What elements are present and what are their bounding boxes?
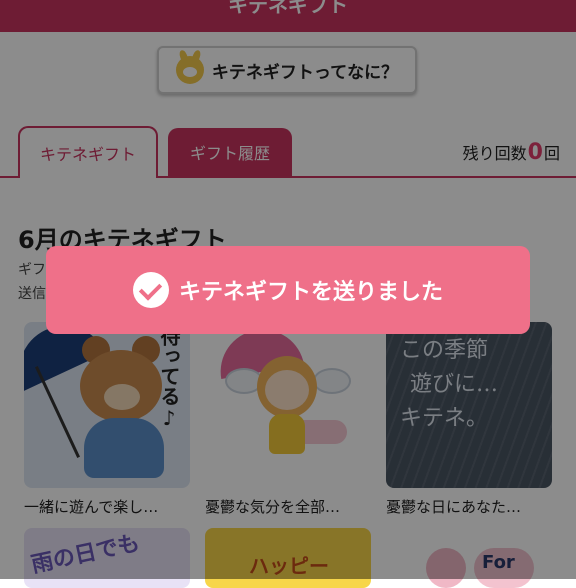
- gift-sent-toast: キテネギフトを送りました: [46, 246, 530, 334]
- check-circle-icon: [132, 272, 169, 308]
- toast-message: キテネギフトを送りました: [178, 280, 443, 305]
